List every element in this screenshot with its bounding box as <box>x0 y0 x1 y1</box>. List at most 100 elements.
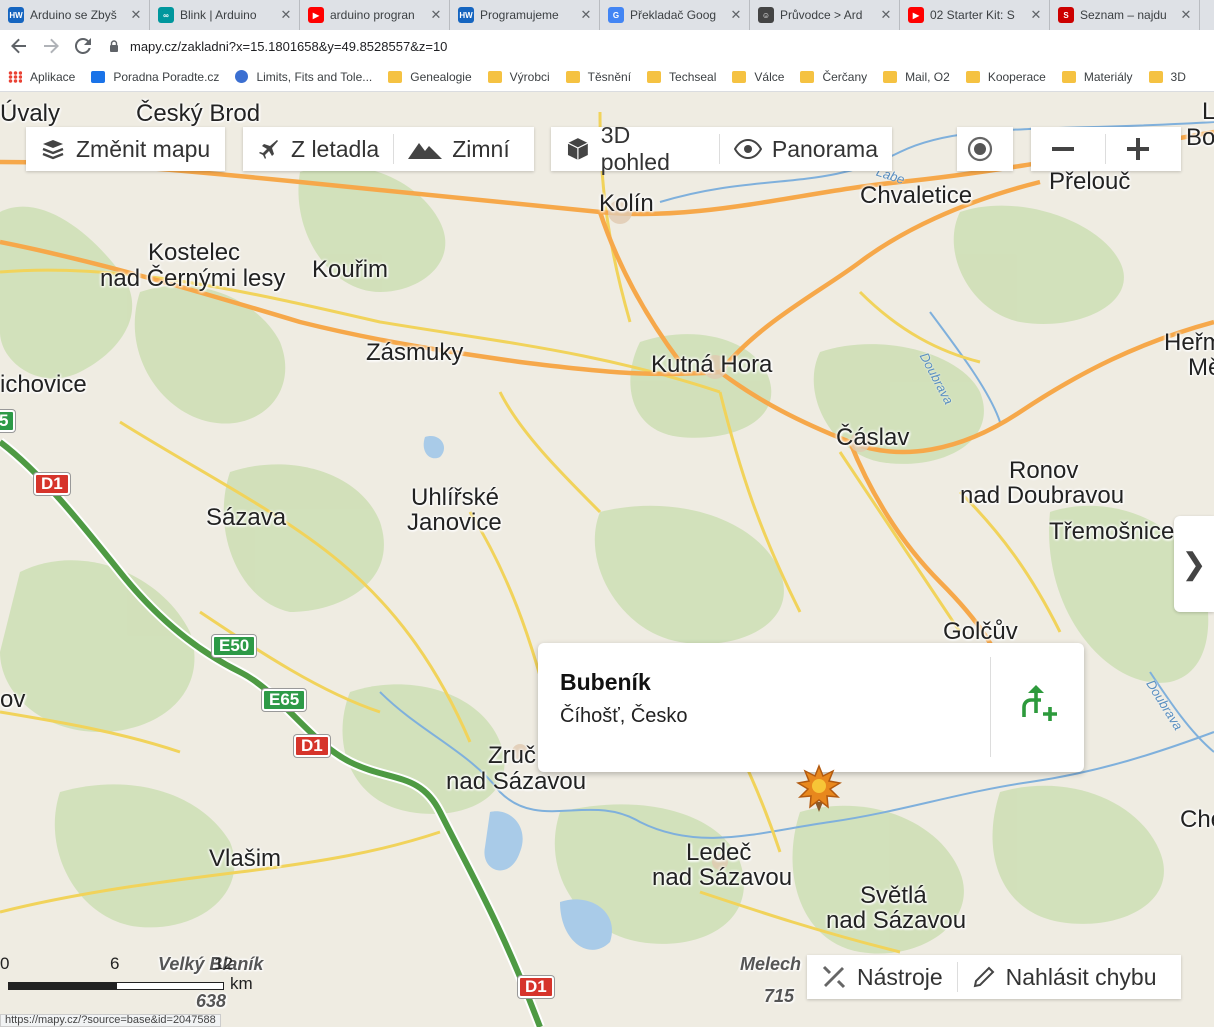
change-map-button[interactable]: Změnit mapu <box>26 127 224 171</box>
map-base-layer <box>0 111 1214 1027</box>
place-kostelec-line1: Kostelec <box>148 239 241 266</box>
bookmark-item[interactable]: Výrobci <box>487 70 550 84</box>
place-l: L <box>1202 98 1214 125</box>
browser-tab[interactable]: G Překladač Goog ✕ <box>600 0 750 30</box>
reload-icon <box>75 38 91 54</box>
pencil-icon <box>973 966 995 988</box>
expand-panel-button[interactable]: ❯ <box>1174 516 1214 612</box>
report-error-button[interactable]: Nahlásit chybu <box>958 955 1171 999</box>
folder-icon <box>732 70 747 83</box>
bookmark-item[interactable]: Aplikace <box>8 70 75 84</box>
folder-icon <box>1148 70 1163 83</box>
panorama-button[interactable]: Panorama <box>720 127 892 171</box>
winter-label: Zimní <box>452 135 510 162</box>
bookmark-label: Techseal <box>669 69 717 84</box>
bookmark-item[interactable]: Těsnění <box>565 70 631 84</box>
browser-tab[interactable]: ☺ Průvodce > Ard ✕ <box>750 0 900 30</box>
view-mode-control: 3D pohled Panorama <box>551 122 892 175</box>
reload-button[interactable] <box>68 31 98 61</box>
scale-six: 6 <box>110 954 120 973</box>
bookmark-item[interactable]: Čerčany <box>800 70 867 84</box>
scale-bar-dark <box>8 982 116 990</box>
close-tab-icon[interactable]: ✕ <box>279 7 293 23</box>
minus-icon <box>1052 147 1074 151</box>
place-kolin: Kolín <box>599 190 654 217</box>
locate-me-button[interactable] <box>957 127 1013 171</box>
poi-marker-icon[interactable] <box>796 764 842 814</box>
hw-favicon-icon: HW <box>458 7 474 23</box>
arrow-left-icon <box>11 38 26 54</box>
close-tab-icon[interactable]: ✕ <box>1029 7 1043 23</box>
place-svetla-line2: nad Sázavou <box>826 907 967 934</box>
tab-title: Arduino se Zbyš <box>30 8 117 22</box>
tab-title: Průvodce > Ard <box>780 8 863 22</box>
place-vlasim: Vlašim <box>209 845 282 872</box>
airplane-icon <box>259 140 278 159</box>
browser-tab[interactable]: ▶ 02 Starter Kit: S ✕ <box>900 0 1050 30</box>
eye-icon <box>733 139 762 159</box>
apps-grid-icon <box>8 70 22 83</box>
place-hermanuv-line1: Heřm <box>1164 329 1214 356</box>
browser-tab[interactable]: S Seznam – najdu ✕ <box>1050 0 1200 30</box>
bookmark-item[interactable]: 3D <box>1148 70 1186 84</box>
place-melechov: Melech <box>740 954 802 974</box>
chevron-right-icon: ❯ <box>1181 547 1207 581</box>
bookmark-label: Čerčany <box>822 69 868 84</box>
3d-view-button[interactable]: 3D pohled <box>551 122 719 175</box>
seznam-favicon-icon: S <box>1058 7 1074 23</box>
arduino-favicon-icon: ∞ <box>158 7 174 23</box>
tools-button[interactable]: Nástroje <box>807 955 957 999</box>
close-tab-icon[interactable]: ✕ <box>429 7 443 23</box>
browser-tab[interactable]: HW Programujeme ✕ <box>450 0 600 30</box>
road-shield-d1: D1 <box>294 735 330 757</box>
close-tab-icon[interactable]: ✕ <box>1179 7 1193 23</box>
arrow-right-icon <box>44 38 59 54</box>
bookmark-label: Aplikace <box>30 69 76 84</box>
status-bar-url: https://mapy.cz/?source=base&id=2047588 <box>0 1014 221 1027</box>
place-golcuv: Golčův <box>943 618 1018 645</box>
winter-button[interactable]: Zimní <box>394 127 524 171</box>
lock-icon <box>110 40 118 52</box>
place-chvaletice: Chvaletice <box>860 182 973 209</box>
bookmark-item[interactable]: Techseal <box>647 70 716 84</box>
bookmark-item[interactable]: Limits, Fits and Tole... <box>235 70 372 84</box>
close-tab-icon[interactable]: ✕ <box>579 7 593 23</box>
bookmark-label: Limits, Fits and Tole... <box>256 69 373 84</box>
folder-icon <box>487 70 502 83</box>
place-svetla-line1: Světlá <box>860 882 927 909</box>
place-sazava: Sázava <box>206 504 287 531</box>
forward-button[interactable] <box>36 31 66 61</box>
bookmark-item[interactable]: Materiály <box>1061 70 1133 84</box>
route-plus-icon <box>1022 685 1057 721</box>
place-ichovice: ichovice <box>0 371 87 398</box>
elevation-715: 715 <box>764 986 795 1006</box>
bookmarks-bar: Aplikace Poradna Poradte.cz Limits, Fits a… <box>0 62 1214 92</box>
bookmark-item[interactable]: Poradna Poradte.cz <box>91 70 219 84</box>
bookmark-label: Poradna Poradte.cz <box>113 69 220 84</box>
close-tab-icon[interactable]: ✕ <box>729 7 743 23</box>
close-tab-icon[interactable]: ✕ <box>879 7 893 23</box>
add-route-button[interactable] <box>1020 683 1060 728</box>
back-button[interactable] <box>4 31 34 61</box>
close-tab-icon[interactable]: ✕ <box>129 7 143 23</box>
3d-view-label: 3D pohled <box>600 122 670 175</box>
zoom-in-button[interactable] <box>1106 127 1180 171</box>
bookmark-item[interactable]: Mail, O2 <box>883 70 950 84</box>
bookmark-item[interactable]: Genealogie <box>388 70 472 84</box>
divider <box>990 657 991 757</box>
browser-tab[interactable]: ∞ Blink | Arduino ✕ <box>150 0 300 30</box>
change-map-control: Změnit mapu <box>26 127 225 171</box>
map-canvas[interactable]: Úvaly Český Brod Kolín Chvaletice Přelou… <box>0 92 1214 1027</box>
aerial-button[interactable]: Z letadla <box>243 127 393 171</box>
bookmark-item[interactable]: Válce <box>732 70 784 84</box>
folder-icon <box>388 70 403 83</box>
tab-title: Seznam – najdu <box>1080 8 1167 22</box>
zoom-out-button[interactable] <box>1031 127 1105 171</box>
browser-tab[interactable]: HW Arduino se Zbyš ✕ <box>0 0 150 30</box>
url-text: mapy.cz/zakladni?x=15.1801658&y=49.85285… <box>130 38 448 54</box>
change-map-label: Změnit mapu <box>76 135 211 162</box>
road-shield-d1: D1 <box>518 976 554 998</box>
address-bar[interactable]: mapy.cz/zakladni?x=15.1801658&y=49.85285… <box>108 33 1208 59</box>
browser-tab[interactable]: ▶ arduino progran ✕ <box>300 0 450 30</box>
bookmark-item[interactable]: Kooperace <box>965 70 1046 84</box>
